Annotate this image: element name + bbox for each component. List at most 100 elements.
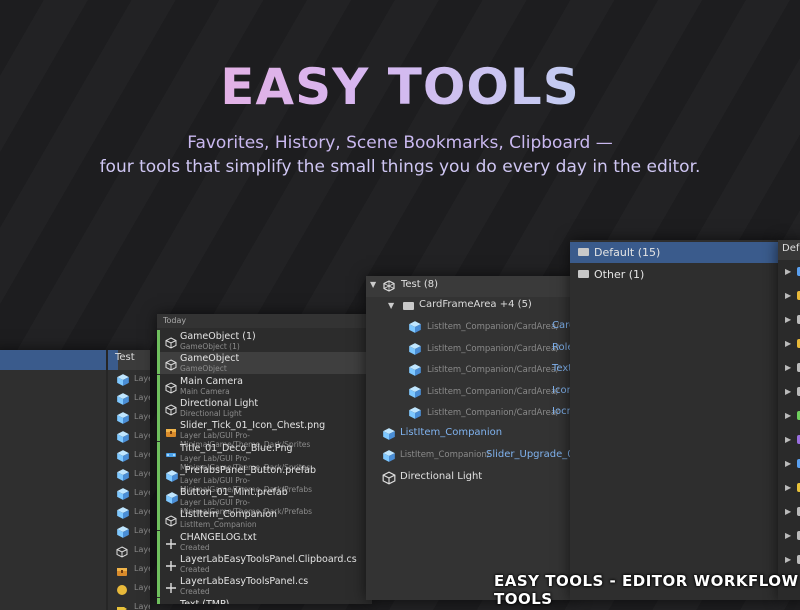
- bookmark-slider-name: Slider_Upgrade_0: [486, 449, 574, 460]
- left-panel-row-label: Layer: [134, 583, 150, 592]
- bookmark-group-label: CardFrameArea +4 (5): [419, 299, 532, 310]
- history-item[interactable]: Main Camera Main Camera: [157, 374, 372, 397]
- left-panel-row-label: Layer: [134, 488, 150, 497]
- history-item[interactable]: CHANGELOG.txt Created: [157, 530, 372, 553]
- history-item[interactable]: GameObject (1) GameObject (1): [157, 330, 372, 352]
- history-item-title: Main Camera: [180, 375, 243, 387]
- side-panel-row[interactable]: ▶: [778, 430, 800, 452]
- left-panel-row[interactable]: Layer: [0, 541, 150, 560]
- bookmark-child-row[interactable]: ListItem_Companion/CardArea/Iocn: [366, 403, 576, 424]
- folder-icon: [578, 270, 589, 278]
- bookmark-child-path: ListItem_Companion/CardArea/: [427, 343, 559, 354]
- bookmark-companion-row[interactable]: ListItem_Companion: [366, 424, 576, 445]
- bookmark-child-row[interactable]: ListItem_Companion/CardArea/Card: [366, 317, 576, 338]
- left-panel-row-label: Layer: [134, 374, 150, 383]
- history-item[interactable]: LayerLabEasyToolsPanel.cs Created: [157, 575, 372, 598]
- history-item[interactable]: Text (TMP): [157, 597, 372, 604]
- expand-arrow-icon[interactable]: ▶: [785, 315, 791, 324]
- left-panel-row[interactable]: Layer: [0, 484, 150, 503]
- bookmark-child-row[interactable]: ListItem_Companion/CardArea/Icon: [366, 382, 576, 403]
- side-panel-row[interactable]: ▶: [778, 358, 800, 380]
- cube-outline-icon: [165, 379, 177, 394]
- left-panel-row[interactable]: Layer: [0, 465, 150, 484]
- history-item-subtitle: ListItem_Companion: [180, 520, 257, 530]
- favorites-panel: Default (15) Other (1): [570, 240, 780, 600]
- history-item-title: Button_01_Mint.prefab: [180, 487, 288, 499]
- expand-arrow-icon[interactable]: ▶: [785, 267, 791, 276]
- expand-arrow-icon[interactable]: ▶: [785, 387, 791, 396]
- history-item[interactable]: ListItem_Companion ListItem_Companion: [157, 508, 372, 531]
- favorites-group-row[interactable]: Default (15): [570, 242, 780, 263]
- side-panel-row[interactable]: ▶: [778, 502, 800, 524]
- left-panel-row[interactable]: Layer: [0, 522, 150, 541]
- bookmark-light-row[interactable]: Directional Light: [366, 468, 576, 489]
- side-panel-header-label: Def: [782, 243, 800, 254]
- side-panel-row[interactable]: ▶: [778, 286, 800, 308]
- expand-arrow-icon[interactable]: ▶: [785, 459, 791, 468]
- expand-arrow-icon[interactable]: ▶: [785, 555, 791, 564]
- history-item-title: GameObject (1): [180, 331, 256, 342]
- left-panel-row[interactable]: Layer: [0, 560, 150, 579]
- bookmark-child-row[interactable]: ListItem_Companion/CardArea/Role: [366, 339, 576, 360]
- prefab-cube-icon: [408, 406, 422, 423]
- bookmark-child-row[interactable]: ListItem_Companion/CardArea/Text: [366, 360, 576, 381]
- side-panel-row[interactable]: ▶: [778, 406, 800, 428]
- left-panel-row-label: Layer: [134, 412, 150, 421]
- sprite-blue-icon: [165, 446, 177, 458]
- side-panel-row[interactable]: ▶: [778, 334, 800, 356]
- history-item[interactable]: Directional Light Directional Light: [157, 396, 372, 419]
- expand-arrow-icon[interactable]: ▶: [785, 291, 791, 300]
- hero-title: EASY TOOLS: [0, 58, 800, 116]
- left-panel-row[interactable]: Layer: [0, 370, 150, 389]
- prefab-cube-icon: [408, 363, 422, 380]
- history-item[interactable]: Button_01_Mint.prefab Layer Lab/GUI Pro-M…: [157, 486, 372, 516]
- history-item-title: LayerLabEasyToolsPanel.Clipboard.cs: [180, 554, 357, 565]
- scene-bookmarks-panel: ▼ Test (8) ▼ CardFrameArea +4 (5) ListIt…: [366, 276, 576, 600]
- expand-arrow-icon[interactable]: ▶: [785, 435, 791, 444]
- expand-arrow-icon[interactable]: ▶: [785, 507, 791, 516]
- history-item[interactable]: Slider_Tick_01_Icon_Chest.png Layer Lab/G…: [157, 419, 372, 449]
- left-panel-row[interactable]: Layer: [0, 408, 150, 427]
- cube-outline-icon: [382, 471, 396, 485]
- side-panel-row[interactable]: ▶: [778, 454, 800, 476]
- expand-arrow-icon[interactable]: ▼: [370, 280, 376, 289]
- history-item[interactable]: LayerLabEasyToolsPanel.Clipboard.cs Creat…: [157, 553, 372, 575]
- bookmark-root-row[interactable]: ▼ Test (8): [366, 276, 576, 297]
- side-panel-row[interactable]: ▶: [778, 310, 800, 332]
- left-panel-row[interactable]: Layer: [0, 427, 150, 446]
- bookmark-child-path: ListItem_Companion/CardArea/: [427, 408, 559, 418]
- history-item[interactable]: GameObject GameObject: [157, 352, 372, 375]
- history-item-subtitle: Created: [180, 587, 210, 597]
- bookmark-group-row[interactable]: ▼ CardFrameArea +4 (5): [366, 296, 576, 317]
- history-item[interactable]: _PrefabsPanel_Button.prefab Layer Lab/GUI…: [157, 463, 372, 494]
- side-panel-row[interactable]: ▶: [778, 478, 800, 500]
- favorites-group-row[interactable]: Other (1): [570, 264, 780, 285]
- left-panel-row[interactable]: Layer: [0, 503, 150, 522]
- expand-arrow-icon[interactable]: ▶: [785, 531, 791, 540]
- history-item-title: Directional Light: [180, 397, 259, 409]
- history-item-subtitle: Directional Light: [180, 408, 242, 418]
- expand-arrow-icon[interactable]: ▶: [785, 411, 791, 420]
- expand-arrow-icon[interactable]: ▶: [785, 339, 791, 348]
- unity-scene-icon: [383, 280, 395, 292]
- left-panel-row[interactable]: Layer: [0, 389, 150, 408]
- side-panel-row[interactable]: ▶: [778, 550, 800, 572]
- left-panel-selection[interactable]: [0, 350, 118, 370]
- cube-outline-icon: [165, 356, 177, 371]
- bookmark-slider-path: ListItem_Companion/: [400, 450, 490, 460]
- sign-sprite-icon: [116, 600, 128, 610]
- left-panel-row-label: Layer: [134, 431, 150, 440]
- bookmark-root-label: Test (8): [401, 279, 439, 290]
- side-panel-row[interactable]: ▶: [778, 526, 800, 548]
- expand-arrow-icon[interactable]: ▶: [785, 483, 791, 492]
- side-panel-row[interactable]: ▶: [778, 382, 800, 404]
- expand-arrow-icon[interactable]: ▼: [388, 301, 394, 310]
- folder-icon: [578, 248, 589, 256]
- left-panel-row[interactable]: Layer: [0, 446, 150, 465]
- side-panel-row[interactable]: ▶: [778, 262, 800, 284]
- left-panel-row[interactable]: Layer: [0, 579, 150, 598]
- bookmark-slider-row[interactable]: ListItem_Companion/ Slider_Upgrade_0: [366, 446, 576, 467]
- favorites-group-label: Other (1): [594, 268, 645, 281]
- expand-arrow-icon[interactable]: ▶: [785, 363, 791, 372]
- history-item[interactable]: Title_01_Deco_Blue.Png Layer Lab/GUI Pro-…: [157, 441, 372, 472]
